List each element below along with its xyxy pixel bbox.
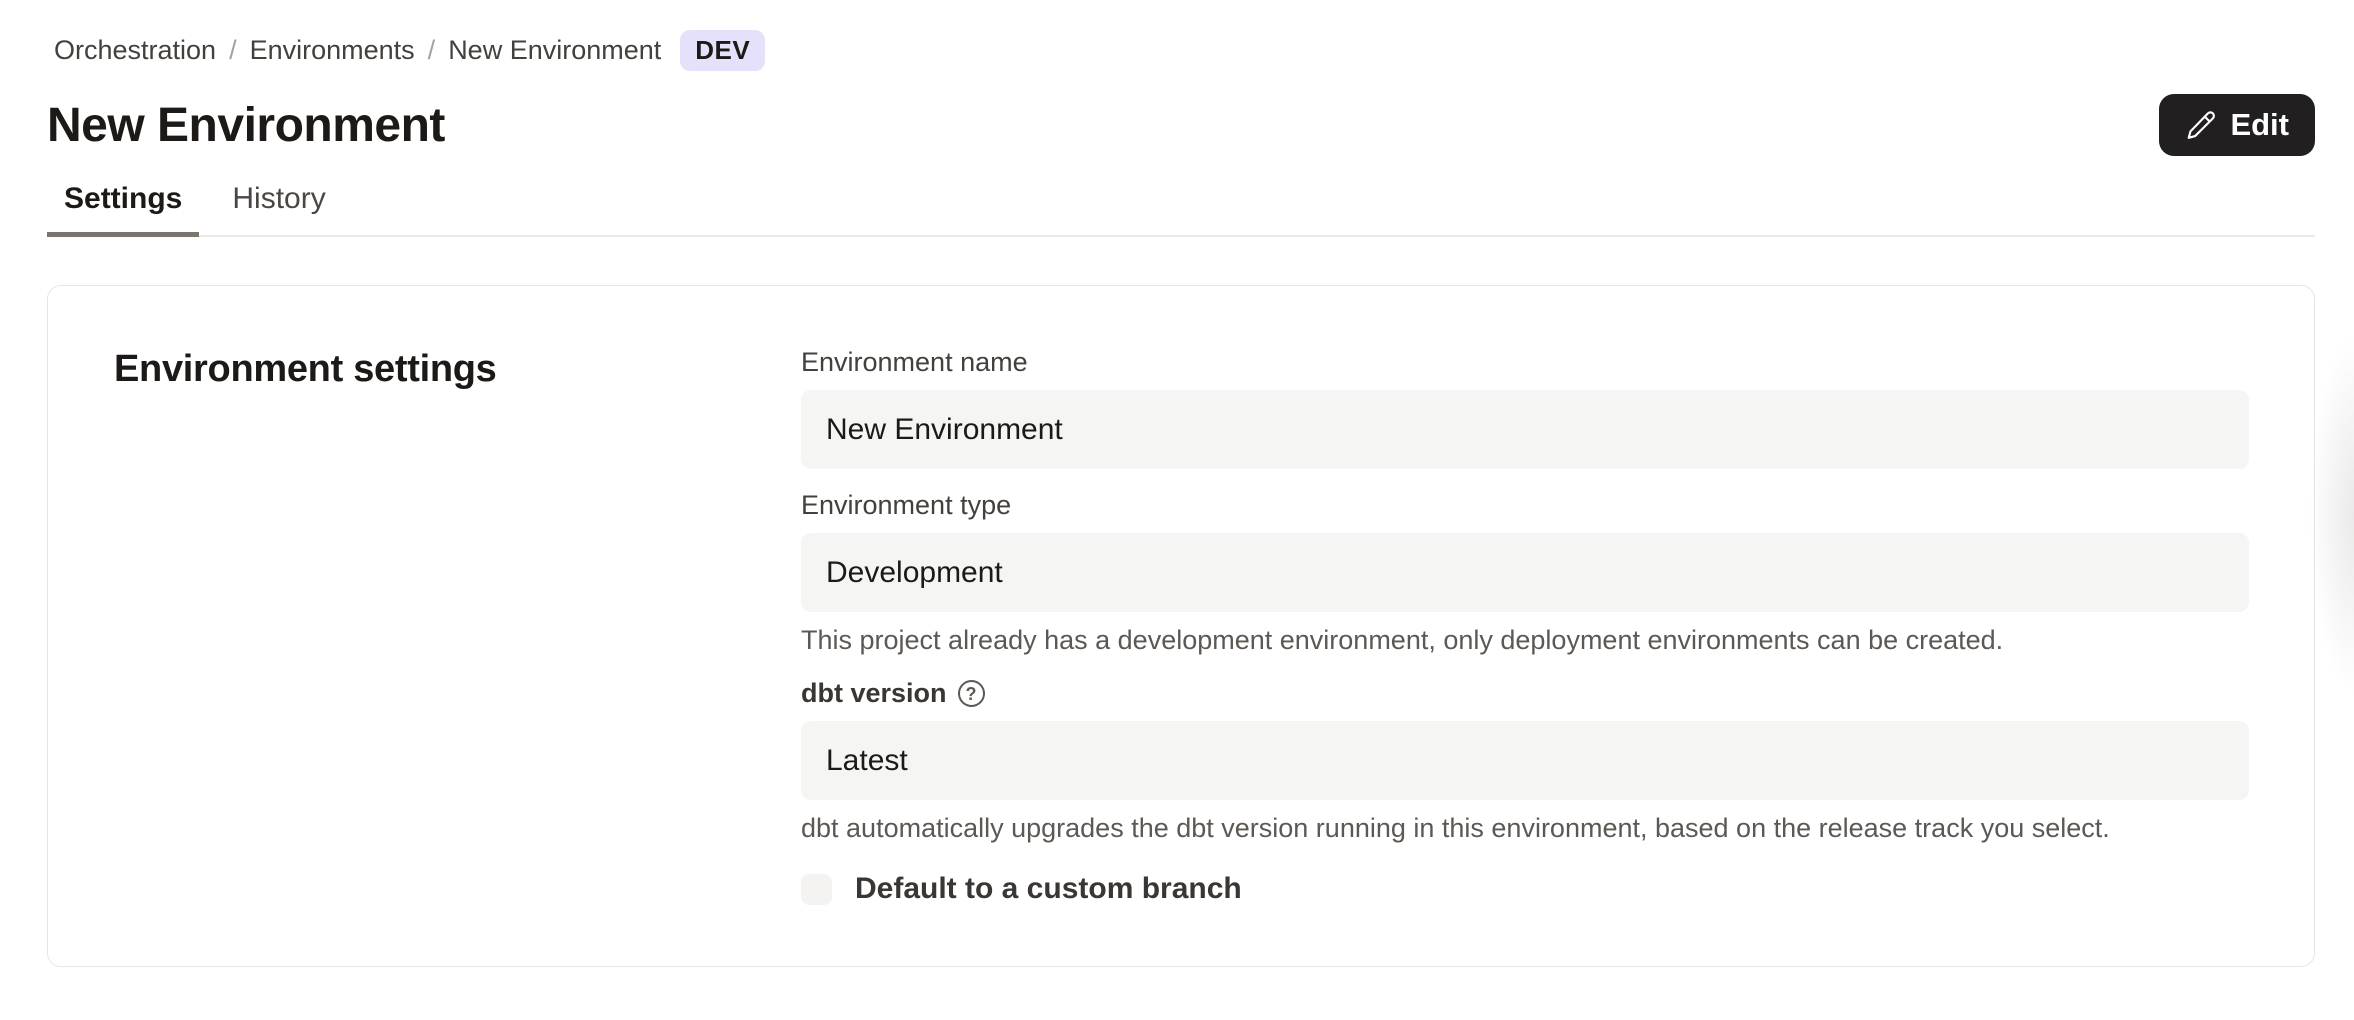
- environment-type-select[interactable]: Development: [801, 533, 2249, 612]
- breadcrumb: Orchestration / Environments / New Envir…: [54, 30, 2315, 70]
- breadcrumb-environments[interactable]: Environments: [250, 35, 415, 66]
- environment-name-field: Environment name New Environment: [801, 346, 2249, 469]
- breadcrumb-separator: /: [229, 35, 237, 66]
- breadcrumb-new-environment: New Environment: [448, 35, 661, 66]
- environment-settings-page: Orchestration / Environments / New Envir…: [0, 30, 2354, 967]
- page-title: New Environment: [47, 98, 445, 153]
- custom-branch-row: Default to a custom branch: [801, 872, 2249, 906]
- environment-type-field: Environment type Development This projec…: [801, 489, 2249, 657]
- custom-branch-checkbox[interactable]: [801, 874, 832, 905]
- edit-button-label: Edit: [2230, 107, 2289, 143]
- section-heading: Environment settings: [114, 348, 801, 391]
- dbt-version-helper-text: dbt automatically upgrades the dbt versi…: [801, 812, 2249, 845]
- dbt-version-select[interactable]: Latest: [801, 721, 2249, 800]
- environment-name-input[interactable]: New Environment: [801, 390, 2249, 469]
- breadcrumb-separator: /: [428, 35, 436, 66]
- environment-settings-form: Environment name New Environment Environ…: [801, 286, 2314, 966]
- edit-button[interactable]: Edit: [2159, 94, 2315, 156]
- breadcrumb-orchestration[interactable]: Orchestration: [54, 35, 216, 66]
- tab-settings[interactable]: Settings: [47, 172, 199, 237]
- help-icon[interactable]: ?: [958, 680, 985, 707]
- tab-history[interactable]: History: [215, 172, 342, 237]
- tab-bar: Settings History: [47, 172, 2315, 237]
- environment-type-label: Environment type: [801, 489, 1011, 522]
- page-header: New Environment Edit: [47, 94, 2315, 156]
- environment-name-label: Environment name: [801, 346, 1028, 379]
- environment-settings-card: Environment settings Environment name Ne…: [47, 285, 2315, 967]
- dbt-version-field: dbt version ? Latest dbt automatically u…: [801, 677, 2249, 845]
- custom-branch-label: Default to a custom branch: [855, 872, 1242, 906]
- dbt-version-label: dbt version: [801, 677, 947, 710]
- pencil-icon: [2185, 109, 2217, 141]
- environment-type-helper-text: This project already has a development e…: [801, 624, 2249, 657]
- dev-environment-badge: DEV: [680, 30, 765, 71]
